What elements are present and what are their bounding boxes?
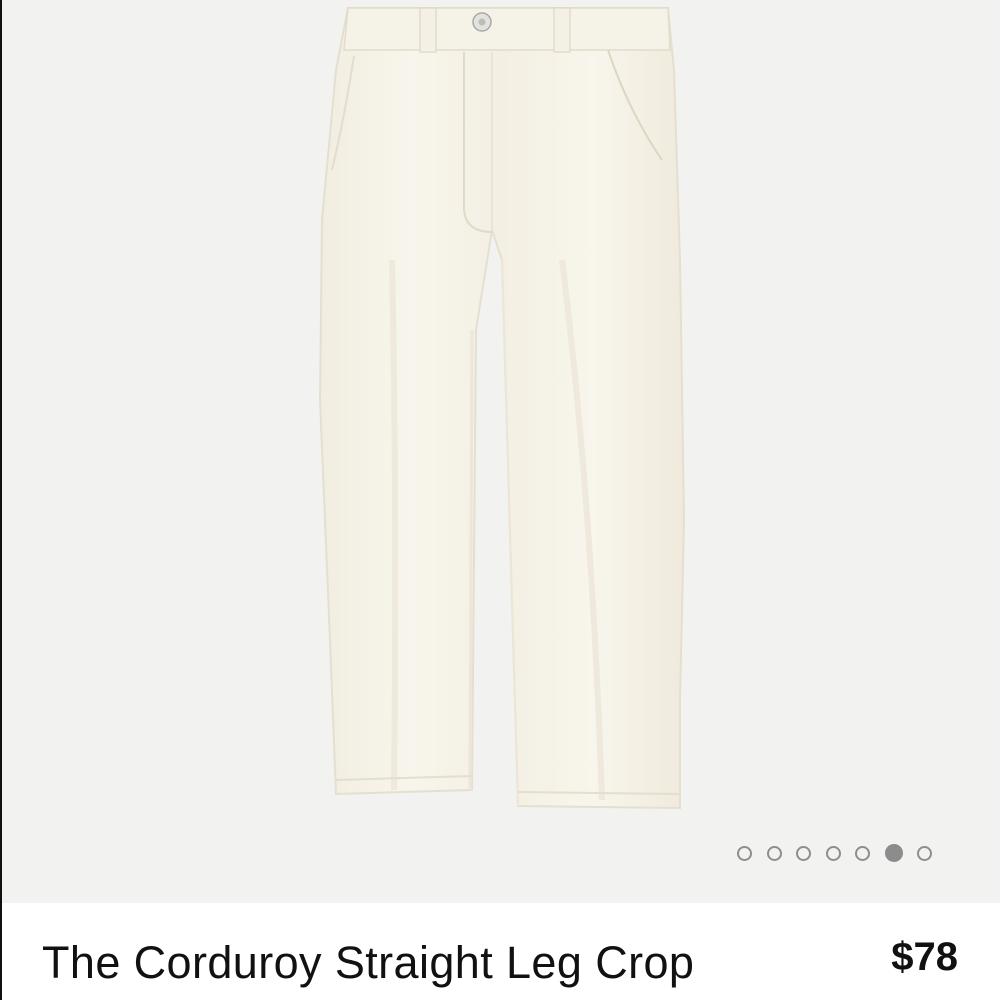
- product-title[interactable]: The Corduroy Straight Leg Crop: [42, 937, 694, 989]
- carousel-dot-6-active[interactable]: [884, 844, 903, 862]
- product-price: $78: [891, 935, 958, 979]
- carousel-dot-5[interactable]: [855, 845, 870, 861]
- carousel-dot-3[interactable]: [796, 845, 811, 861]
- carousel-dot-7[interactable]: [917, 845, 932, 861]
- product-info-bar: The Corduroy Straight Leg Crop $78: [2, 903, 1000, 1000]
- carousel-dot-4[interactable]: [825, 845, 841, 861]
- product-photo-pants[interactable]: [2, 0, 1000, 903]
- carousel-dot-2[interactable]: [766, 845, 782, 861]
- carousel-dot-1[interactable]: [737, 845, 752, 861]
- carousel-pagination: [737, 843, 932, 863]
- product-listing-page: The Corduroy Straight Leg Crop $78: [0, 0, 1000, 1000]
- product-image-carousel[interactable]: [2, 0, 1000, 903]
